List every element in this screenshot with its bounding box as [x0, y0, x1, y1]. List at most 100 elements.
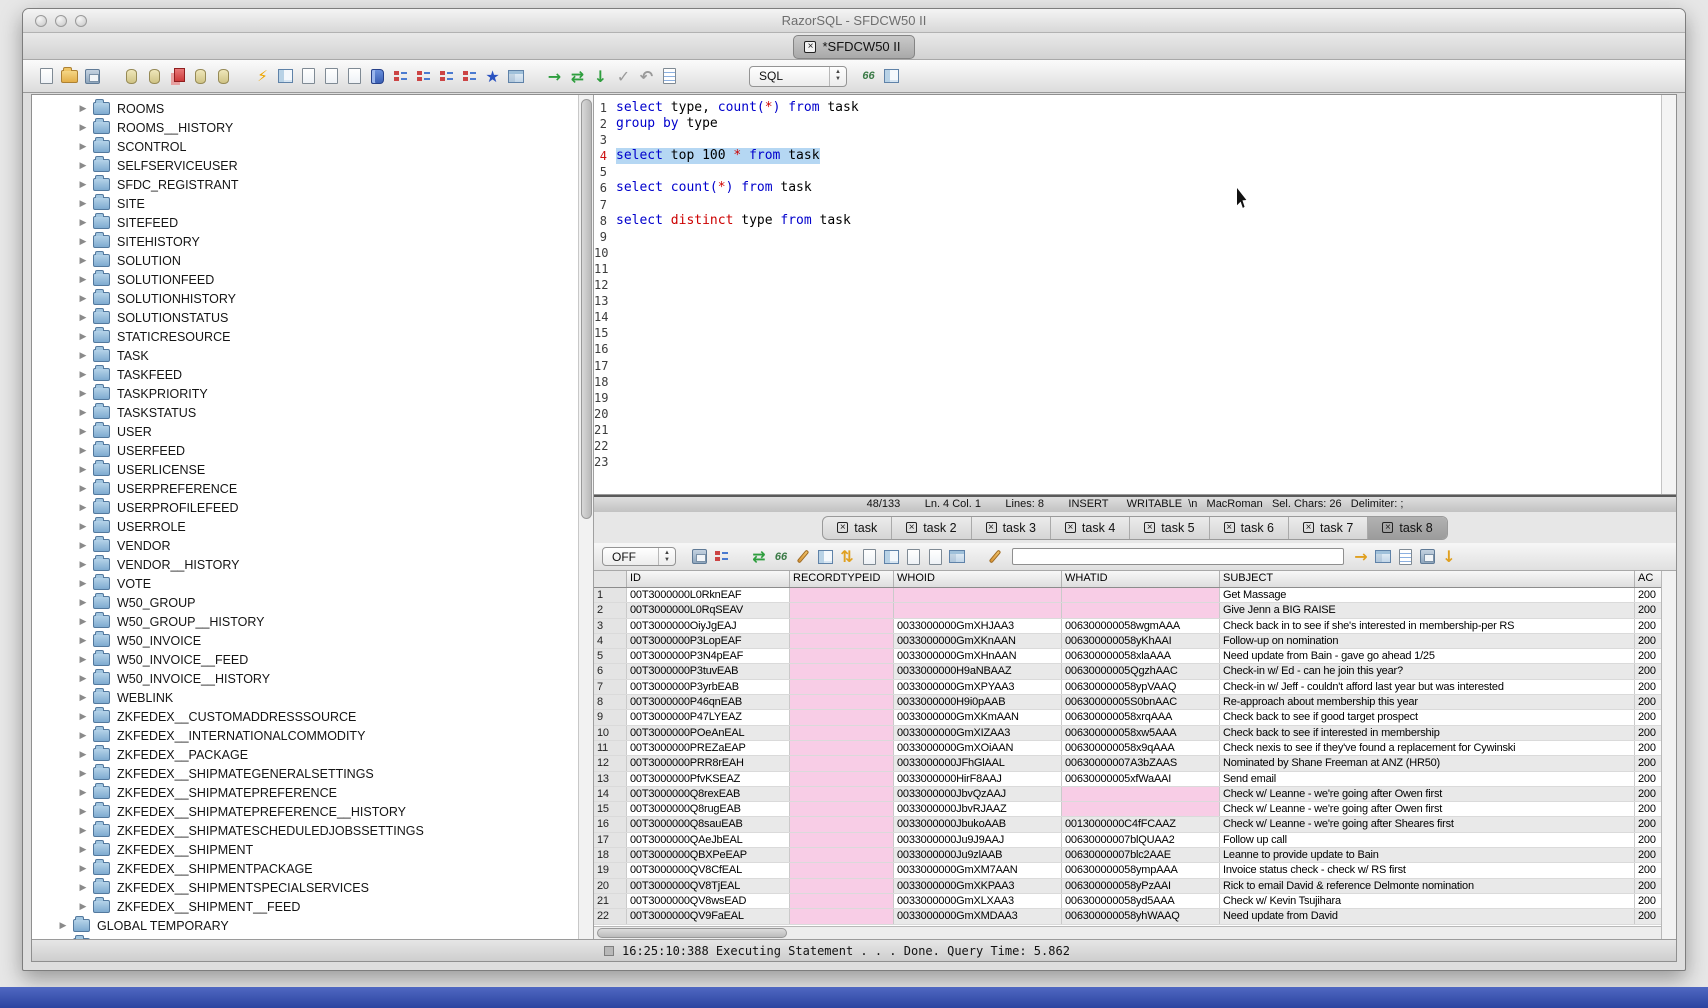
cell-id[interactable]: 00T3000000QAeJbEAL: [627, 833, 790, 847]
disclosure-triangle-icon[interactable]: ▶: [77, 825, 89, 836]
disclosure-triangle-icon[interactable]: ▶: [77, 464, 89, 475]
cell-whatid[interactable]: 00630000007A3bZAAS: [1062, 756, 1220, 770]
database-browser-book-icon[interactable]: [366, 65, 389, 88]
cell-recordtypeid[interactable]: [790, 894, 894, 908]
convert-page-icon[interactable]: [320, 65, 343, 88]
query-log-notes-icon[interactable]: [658, 65, 681, 88]
cell-id[interactable]: 00T3000000QV8wsEAD: [627, 894, 790, 908]
document-tab[interactable]: × *SFDCW50 II: [793, 35, 914, 59]
disclosure-triangle-icon[interactable]: ▶: [77, 274, 89, 285]
cell-ac[interactable]: 200: [1635, 894, 1661, 908]
new-connection-icon[interactable]: [189, 65, 212, 88]
cell-recordtypeid[interactable]: [790, 649, 894, 663]
cell-whoid[interactable]: 0033000000JbukoAAB: [894, 817, 1062, 831]
table-row[interactable]: 1000T3000000POeAnEAL0033000000GmXIZAA300…: [594, 726, 1661, 741]
close-tab-icon[interactable]: ×: [1065, 522, 1076, 533]
row-number-cell[interactable]: 22: [594, 909, 627, 923]
disclosure-triangle-icon[interactable]: ▶: [77, 749, 89, 760]
row-number-cell[interactable]: 16: [594, 817, 627, 831]
cell-whatid[interactable]: 00630000007blc2AAE: [1062, 848, 1220, 862]
cell-ac[interactable]: 200: [1635, 619, 1661, 633]
disclosure-triangle-icon[interactable]: ▶: [77, 426, 89, 437]
sort-updown-icon[interactable]: ⇅: [836, 546, 858, 568]
new-file-icon[interactable]: [35, 65, 58, 88]
cell-whatid[interactable]: 006300000058yd5AAA: [1062, 894, 1220, 908]
cell-subject[interactable]: Check-in w/ Ed - can he join this year?: [1220, 664, 1635, 678]
tree-item-weblink[interactable]: ▶WEBLINK: [32, 688, 577, 707]
tree-item-zkfedex-shipment-feed[interactable]: ▶ZKFEDEX__SHIPMENT__FEED: [32, 897, 577, 916]
cell-whatid[interactable]: 006300000058x9qAAA: [1062, 741, 1220, 755]
cell-id[interactable]: 00T3000000POeAnEAL: [627, 726, 790, 740]
cell-recordtypeid[interactable]: [790, 909, 894, 923]
cell-whoid[interactable]: 0033000000GmXHnAAN: [894, 649, 1062, 663]
cell-whatid[interactable]: 006300000058xlaAAA: [1062, 649, 1220, 663]
tree-item-view[interactable]: ▶VIEW: [32, 935, 577, 939]
tree-item-solutionhistory[interactable]: ▶SOLUTIONHISTORY: [32, 289, 577, 308]
tree-scrollbar-thumb[interactable]: [581, 99, 592, 519]
cell-subject[interactable]: Check w/ Leanne - we're going after Shea…: [1220, 817, 1635, 831]
cell-id[interactable]: 00T3000000PfvKSEAZ: [627, 772, 790, 786]
disclosure-triangle-icon[interactable]: ▶: [77, 293, 89, 304]
row-number-cell[interactable]: 1: [594, 588, 627, 602]
cell-id[interactable]: 00T3000000Q8sauEAB: [627, 817, 790, 831]
cell-recordtypeid[interactable]: [790, 726, 894, 740]
cell-whatid[interactable]: 006300000058ypVAAQ: [1062, 680, 1220, 694]
results-hscrollbar-thumb[interactable]: [597, 928, 787, 938]
cell-whatid[interactable]: 006300000058yPzAAI: [1062, 879, 1220, 893]
cell-recordtypeid[interactable]: [790, 833, 894, 847]
cell-id[interactable]: 00T3000000QV9FaEAL: [627, 909, 790, 923]
disclosure-triangle-icon[interactable]: ▶: [77, 502, 89, 513]
cell-id[interactable]: 00T3000000QBXPeEAP: [627, 848, 790, 862]
row-number-cell[interactable]: 9: [594, 710, 627, 724]
cell-whoid[interactable]: 0033000000GmXHJAA3: [894, 619, 1062, 633]
disclosure-triangle-icon[interactable]: ▶: [77, 540, 89, 551]
cell-whatid[interactable]: 00630000007blQUAA2: [1062, 833, 1220, 847]
row-number-cell[interactable]: 19: [594, 863, 627, 877]
favorites-star-icon[interactable]: ★: [481, 65, 504, 88]
cell-ac[interactable]: 200: [1635, 649, 1661, 663]
refresh-results-icon[interactable]: ⇄: [748, 546, 770, 568]
disclosure-triangle-icon[interactable]: ▶: [77, 407, 89, 418]
execute-quotes-icon[interactable]: 66: [857, 65, 880, 88]
cell-ac[interactable]: 200: [1635, 695, 1661, 709]
disclosure-triangle-icon[interactable]: ▶: [77, 198, 89, 209]
cell-whoid[interactable]: 0033000000Ju9zlAAB: [894, 848, 1062, 862]
cell-id[interactable]: 00T3000000QV8CfEAL: [627, 863, 790, 877]
cell-ac[interactable]: 200: [1635, 817, 1661, 831]
disclosure-triangle-icon[interactable]: ▶: [57, 920, 69, 931]
disclosure-triangle-icon[interactable]: ▶: [77, 673, 89, 684]
cell-recordtypeid[interactable]: [790, 772, 894, 786]
close-tab-icon[interactable]: ×: [986, 522, 997, 533]
result-tab-task[interactable]: ×task: [823, 517, 892, 539]
generate-list-icon[interactable]: [412, 65, 435, 88]
cell-recordtypeid[interactable]: [790, 756, 894, 770]
cell-subject[interactable]: Check back to see if good target prospec…: [1220, 710, 1635, 724]
cell-ac[interactable]: 200: [1635, 863, 1661, 877]
table-row[interactable]: 400T3000000P3LopEAF0033000000GmXKnAAN006…: [594, 634, 1661, 649]
title-bar[interactable]: RazorSQL - SFDCW50 II: [23, 9, 1685, 33]
result-tab-task-6[interactable]: ×task 6: [1210, 517, 1289, 539]
cell-subject[interactable]: Check nexis to see if they've found a re…: [1220, 741, 1635, 755]
cell-ac[interactable]: 200: [1635, 741, 1661, 755]
cell-ac[interactable]: 200: [1635, 879, 1661, 893]
tree-item-user[interactable]: ▶USER: [32, 422, 577, 441]
save-file-icon[interactable]: [81, 65, 104, 88]
cell-recordtypeid[interactable]: [790, 664, 894, 678]
row-number-cell[interactable]: 12: [594, 756, 627, 770]
tree-item-userrole[interactable]: ▶USERROLE: [32, 517, 577, 536]
copy-results-icon[interactable]: [924, 546, 946, 568]
cell-whoid[interactable]: [894, 603, 1062, 617]
disclosure-triangle-icon[interactable]: ▶: [77, 559, 89, 570]
cell-whoid[interactable]: 0033000000JbvRJAAZ: [894, 802, 1062, 816]
row-number-cell[interactable]: 5: [594, 649, 627, 663]
disclosure-triangle-icon[interactable]: ▶: [77, 616, 89, 627]
export-page-icon[interactable]: [297, 65, 320, 88]
table-row[interactable]: 800T3000000P46qnEAB0033000000H9i0pAAB006…: [594, 695, 1661, 710]
cell-recordtypeid[interactable]: [790, 802, 894, 816]
column-header-recordtypeid[interactable]: RECORDTYPEID: [790, 571, 894, 587]
tree-item-site[interactable]: ▶SITE: [32, 194, 577, 213]
tree-item-vote[interactable]: ▶VOTE: [32, 574, 577, 593]
cell-whoid[interactable]: 0033000000GmXOiAAN: [894, 741, 1062, 755]
table-row[interactable]: 1100T3000000PREZaEAP0033000000GmXOiAAN00…: [594, 741, 1661, 756]
disclosure-triangle-icon[interactable]: ▶: [77, 388, 89, 399]
